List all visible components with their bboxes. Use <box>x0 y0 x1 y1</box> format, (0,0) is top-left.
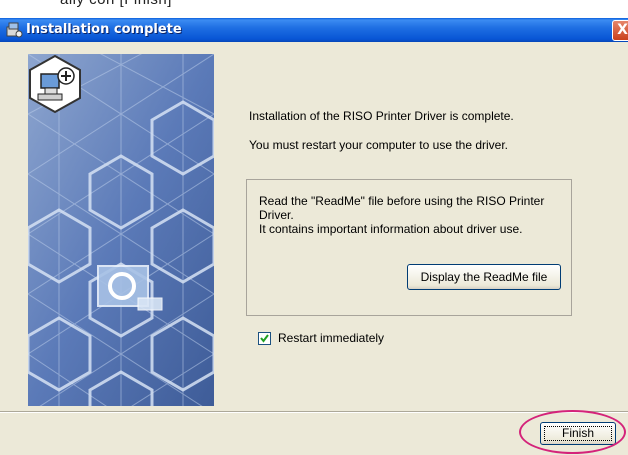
restart-immediately-label[interactable]: Restart immediately <box>278 331 384 345</box>
close-button[interactable]: X <box>612 20 628 41</box>
readme-group-box: Read the "ReadMe" file before using the … <box>246 179 572 316</box>
title-bar[interactable]: Installation complete X <box>0 18 628 42</box>
install-complete-message: Installation of the RISO Printer Driver … <box>249 109 514 123</box>
restart-immediately-checkbox[interactable] <box>258 332 271 345</box>
footer-divider-highlight <box>0 412 628 413</box>
finish-highlight-ring <box>519 410 626 454</box>
installer-icon <box>6 22 23 38</box>
window-title: Installation complete <box>26 22 182 37</box>
display-readme-button[interactable]: Display the ReadMe file <box>407 264 561 290</box>
setup-computer-icon <box>29 54 81 114</box>
restart-required-message: You must restart your computer to use th… <box>249 138 509 152</box>
decorative-side-panel <box>28 54 214 406</box>
installer-dialog: Installation complete X Installation of … <box>0 18 628 455</box>
checkmark-icon <box>260 334 269 343</box>
readme-note-line-2: Driver. <box>259 208 294 222</box>
caption-strip: ally con [Finish] <box>0 0 628 18</box>
caption-fragment: ally con [Finish] <box>60 0 172 8</box>
close-icon: X <box>617 22 628 38</box>
readme-note-line-1: Read the "ReadMe" file before using the … <box>259 194 545 208</box>
readme-note-line-3: It contains important information about … <box>259 222 523 236</box>
